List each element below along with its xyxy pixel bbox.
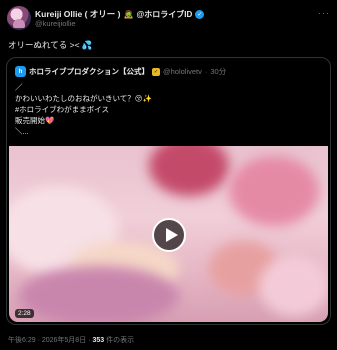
quoted-avatar[interactable]: h xyxy=(15,66,26,77)
verified-org-icon: ✓ xyxy=(152,67,160,76)
quoted-line: 販売開始💖 xyxy=(15,116,55,125)
timestamp[interactable]: 午後6:29 · 2026年5月8日 · xyxy=(8,337,92,344)
tweet-text: オリーぬれてる >< 💦 xyxy=(8,40,93,50)
quoted-text: ／ かわいいわたしのおねがいきいて？😚✨ #ホロライブわがままボイス 販売開始💖… xyxy=(15,82,152,137)
quoted-header: h ホロライブプロダクション【公式】 ✓ @hololivetv · 30分 xyxy=(15,66,226,77)
quoted-line: ／ xyxy=(15,83,23,92)
verified-icon: ✓ xyxy=(195,9,205,19)
author-handle[interactable]: @kureijiollie xyxy=(35,19,76,28)
quoted-handle[interactable]: @hololivetv xyxy=(163,67,202,76)
media-decor xyxy=(259,256,328,316)
media-decor xyxy=(229,156,319,226)
tweet-meta: 午後6:29 · 2026年5月8日 · 353 件の表示 xyxy=(8,335,134,345)
tweet-header: Kureiji Ollie ( オリー ) 🧟 @ホロライブID ✓ @kure… xyxy=(7,6,330,30)
separator-dot: · xyxy=(204,67,208,76)
media-decor xyxy=(149,146,229,196)
video-thumbnail[interactable]: 2:28 xyxy=(9,146,328,322)
affiliation-label[interactable]: @ホロライブID xyxy=(136,9,192,20)
more-dots-icon[interactable]: ··· xyxy=(318,8,330,18)
tweet: Kureiji Ollie ( オリー ) 🧟 @ホロライブID ✓ @kure… xyxy=(0,0,337,350)
quoted-hashtag[interactable]: #ホロライブわがままボイス xyxy=(15,104,152,115)
quoted-time[interactable]: 30分 xyxy=(210,66,226,77)
quoted-line: かわいいわたしのおねがいきいて？😚✨ xyxy=(15,94,152,103)
quoted-tweet[interactable]: h ホロライブプロダクション【公式】 ✓ @hololivetv · 30分 ／… xyxy=(6,57,331,325)
play-icon[interactable] xyxy=(152,218,186,252)
avatar[interactable] xyxy=(7,6,31,30)
media-decor xyxy=(19,266,179,322)
name-emoji: 🧟 xyxy=(123,9,134,19)
views-label: 件の表示 xyxy=(104,337,135,344)
views-count: 353 xyxy=(92,337,105,344)
video-duration: 2:28 xyxy=(15,309,34,318)
quoted-display-name[interactable]: ホロライブプロダクション【公式】 xyxy=(29,66,149,77)
quoted-line: ＼... xyxy=(15,127,29,136)
